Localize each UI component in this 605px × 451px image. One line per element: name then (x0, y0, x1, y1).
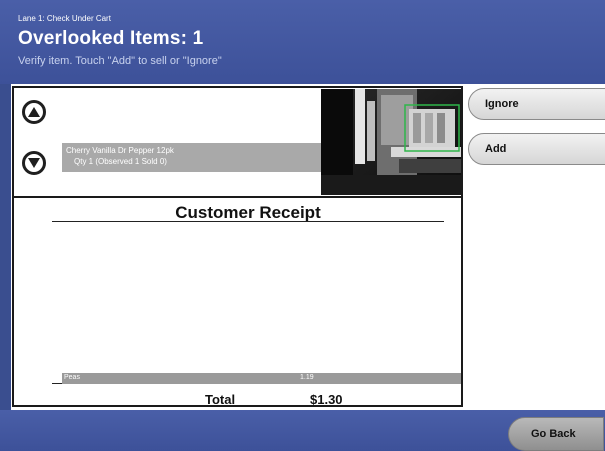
scroll-up-button[interactable] (22, 100, 46, 124)
receipt-rule (52, 221, 444, 222)
camera-scene-image (321, 89, 461, 195)
page-title: Overlooked Items: 1 (18, 28, 204, 49)
lane-label: Lane 1: Check Under Cart (18, 14, 111, 23)
add-button[interactable]: Add (468, 133, 605, 165)
camera-image (321, 89, 461, 195)
total-label: Total (205, 392, 236, 407)
receipt-title: Customer Receipt (175, 203, 321, 222)
ignore-button[interactable]: Ignore (468, 88, 605, 120)
receipt-line-item (62, 373, 461, 384)
receipt-item-name: Peas (64, 374, 80, 381)
add-button-label: Add (485, 143, 507, 155)
total-value: $1.30 (310, 392, 343, 407)
item-name: Cherry Vanilla Dr Pepper 12pk (66, 146, 174, 155)
arrow-up-icon (28, 107, 40, 117)
receipt-item-price: 1.19 (300, 374, 314, 381)
arrow-down-icon (28, 158, 40, 168)
go-back-button[interactable]: Go Back (508, 417, 604, 451)
scroll-down-button[interactable] (22, 151, 46, 175)
receipt-row-rule (52, 383, 62, 384)
instruction-text: Verify item. Touch "Add" to sell or "Ign… (18, 55, 222, 67)
panel-divider (14, 196, 461, 198)
item-quantity: Qty 1 (Observed 1 Sold 0) (74, 157, 167, 166)
go-back-label: Go Back (531, 428, 576, 440)
ignore-button-label: Ignore (485, 98, 519, 110)
